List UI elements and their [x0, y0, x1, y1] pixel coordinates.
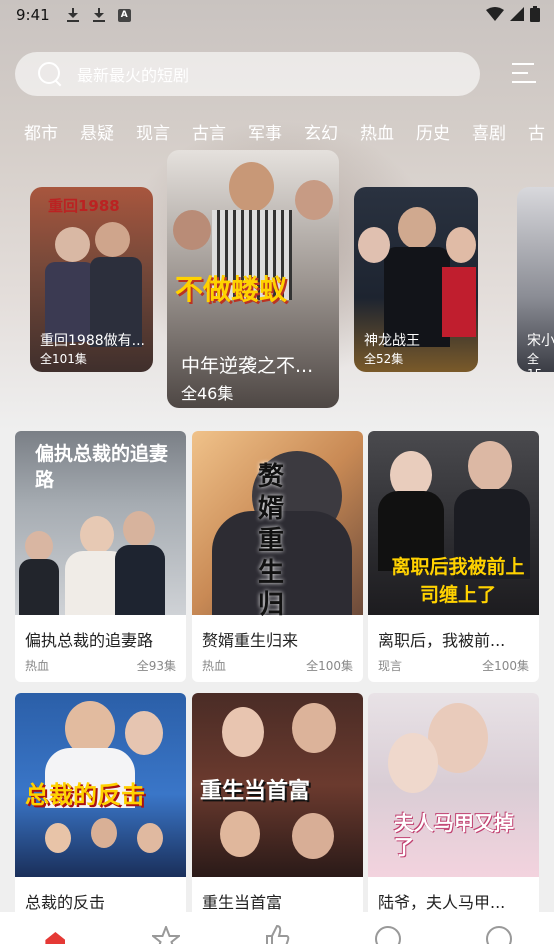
- nav-home[interactable]: [0, 912, 111, 944]
- category-tab[interactable]: 现言: [136, 119, 170, 144]
- poster-title-art: 不做蝼蚁: [175, 273, 288, 306]
- card-episodes: 全100集: [306, 659, 353, 673]
- poster-title-art: 离职后我被前上司缠上了: [391, 556, 525, 606]
- status-time: 9:41: [16, 6, 50, 24]
- poster-title-art: 重回1988: [48, 197, 120, 215]
- card-title: 重生当首富: [202, 893, 283, 912]
- carousel-card[interactable]: 宋小 全15: [517, 187, 554, 372]
- card-genre: 热血: [202, 659, 227, 673]
- carousel-episodes: 全46集: [181, 384, 234, 403]
- card-title: 离职后，我被前...: [378, 631, 506, 650]
- battery-icon: [530, 6, 540, 22]
- category-tab[interactable]: 都市: [24, 119, 58, 144]
- carousel-episodes: 全101集: [40, 352, 87, 366]
- menu-icon[interactable]: [512, 63, 536, 83]
- bottom-navigation: [0, 912, 554, 944]
- carousel-title: 重回1988做有...: [40, 333, 145, 349]
- compass-icon: [374, 926, 401, 944]
- poster-image: 赘婿重生归: [192, 431, 363, 620]
- category-tab[interactable]: 悬疑: [80, 119, 114, 144]
- carousel-card[interactable]: 重回1988 重回1988做有... 全101集: [30, 187, 153, 372]
- category-tab[interactable]: 喜剧: [472, 119, 506, 144]
- card-episodes: 全93集: [136, 659, 176, 673]
- card-episodes: 全100集: [482, 659, 529, 673]
- carousel-title: 宋小: [527, 333, 554, 349]
- poster-image: 夫人马甲又掉了: [368, 693, 539, 877]
- poster-title-art: 夫人马甲又掉了: [394, 811, 514, 859]
- card-title: 赘婿重生归来: [202, 631, 299, 650]
- drama-card[interactable]: 离职后我被前上司缠上了 离职后，我被前... 现言 全100集: [368, 431, 539, 682]
- home-icon: [42, 926, 68, 944]
- thumb-icon: [265, 924, 290, 944]
- download-icon: [92, 8, 106, 22]
- nav-favorites[interactable]: [111, 912, 222, 944]
- nav-profile[interactable]: [443, 912, 554, 944]
- poster-image: 偏执总裁的追妻路: [15, 431, 186, 615]
- status-bar: 9:41 A: [0, 0, 554, 30]
- star-icon: [152, 926, 181, 944]
- card-title: 偏执总裁的追妻路: [25, 631, 154, 650]
- card-title: 陆爷，夫人马甲...: [378, 893, 506, 912]
- drama-card[interactable]: 总裁的反击 总裁的反击: [15, 693, 186, 944]
- nav-discover[interactable]: [332, 912, 443, 944]
- poster-title-art: 重生当首富: [200, 779, 311, 804]
- app-notification-icon: A: [117, 8, 131, 22]
- poster-title-art: 总裁的反击: [25, 781, 145, 809]
- drama-card[interactable]: 夫人马甲又掉了 陆爷，夫人马甲...: [368, 693, 539, 944]
- signal-icon: [510, 7, 524, 21]
- search-bar[interactable]: 最新最火的短剧: [15, 52, 480, 96]
- drama-card[interactable]: 偏执总裁的追妻路 偏执总裁的追妻路 热血 全93集: [15, 431, 186, 682]
- category-tabs: 都市 悬疑 现言 古言 军事 玄幻 热血 历史 喜剧 古: [24, 119, 545, 144]
- carousel-title: 中年逆袭之不...: [181, 355, 314, 377]
- drama-card[interactable]: 重生当首富 重生当首富: [192, 693, 363, 944]
- system-icons: [486, 6, 540, 22]
- poster-title-art: 赘婿重生归: [258, 462, 285, 620]
- card-genre: 现言: [378, 659, 403, 673]
- carousel-episodes: 全15: [527, 352, 542, 372]
- category-tab[interactable]: 古: [528, 119, 545, 144]
- category-tab[interactable]: 军事: [248, 119, 282, 144]
- drama-card[interactable]: 赘婿重生归 赘婿重生归来 热血 全100集: [192, 431, 363, 682]
- poster-image: 重生当首富: [192, 693, 363, 877]
- notification-icons: A: [66, 8, 131, 22]
- carousel-card[interactable]: 神龙战王 全52集: [354, 187, 478, 372]
- search-icon: [37, 61, 63, 87]
- carousel-episodes: 全52集: [364, 352, 404, 366]
- poster-image: 总裁的反击: [15, 693, 186, 877]
- card-genre: 热血: [25, 659, 50, 673]
- nav-recommend[interactable]: [222, 912, 333, 944]
- category-tab[interactable]: 玄幻: [304, 119, 338, 144]
- poster-image: 离职后我被前上司缠上了: [368, 431, 539, 615]
- wifi-icon: [486, 7, 504, 21]
- card-title: 总裁的反击: [25, 893, 106, 912]
- download-icon: [66, 8, 80, 22]
- category-tab[interactable]: 热血: [360, 119, 394, 144]
- profile-icon: [485, 926, 512, 944]
- category-tab[interactable]: 历史: [416, 119, 450, 144]
- search-placeholder: 最新最火的短剧: [77, 66, 190, 85]
- category-tab[interactable]: 古言: [192, 119, 226, 144]
- poster-title-art: 偏执总裁的追妻路: [35, 443, 169, 491]
- carousel-title: 神龙战王: [364, 333, 420, 349]
- carousel-card-featured[interactable]: 不做蝼蚁 中年逆袭之不... 全46集: [167, 150, 339, 408]
